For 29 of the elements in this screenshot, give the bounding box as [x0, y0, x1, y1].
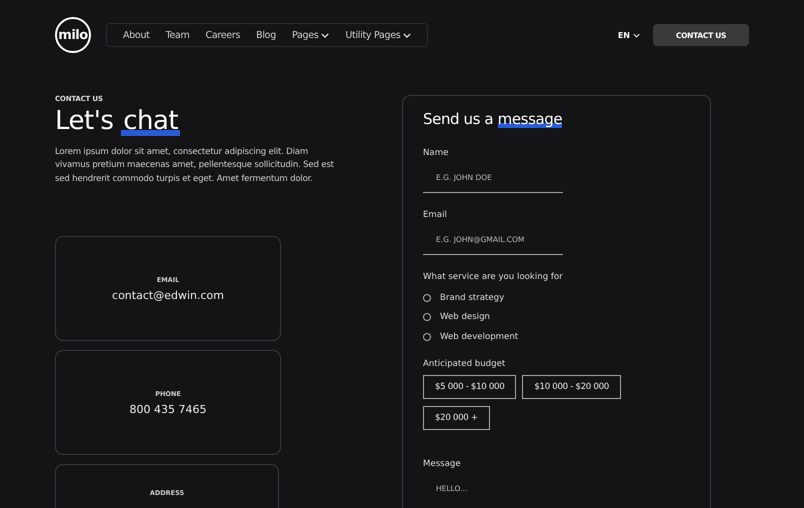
card-value: contact@edwin.com [112, 288, 224, 302]
radio-button[interactable] [423, 294, 431, 302]
page-title: Let's chat [55, 107, 182, 136]
radio-button[interactable] [423, 313, 431, 322]
budget-option[interactable]: $20 000 + [423, 406, 490, 430]
chevron-down-icon [633, 32, 640, 38]
nav-link[interactable]: Utility Pages [337, 30, 420, 40]
radio-button[interactable] [423, 332, 431, 341]
field-label: What service are you looking for [423, 272, 564, 282]
budget-option[interactable]: $10 000 - $20 000 [522, 374, 621, 398]
nav-link[interactable]: Team [158, 30, 198, 40]
field-label: Email [423, 210, 448, 220]
language-selector[interactable]: EN [618, 30, 640, 40]
chevron-down-icon [403, 32, 412, 38]
field-label: Anticipated budget [423, 358, 506, 368]
nav-link[interactable]: Careers [198, 30, 248, 40]
nav-link[interactable]: About [115, 30, 158, 40]
intro-text: Lorem ipsum dolor sit amet, consectetur adipiscing elit. Diam vivamus pretium maecenas amet, pellentesque sollicitudin. Sed est sed hendrerit commodo turpis et eget. Amet fermentum dolor. [55, 146, 335, 186]
budget-option[interactable]: $5 000 - $10 000 [423, 374, 516, 398]
field-label: Name [423, 148, 450, 158]
nav-link[interactable]: Pages [284, 30, 338, 40]
radio-label[interactable]: Brand strategy [440, 292, 504, 303]
logo[interactable]: milo [55, 17, 91, 53]
radio-label[interactable]: Web development [440, 332, 518, 342]
card-value: 800 435 7465 [130, 402, 206, 416]
chevron-down-icon [321, 32, 330, 38]
nav-link[interactable]: Blog [248, 30, 284, 40]
field-label: Message [423, 458, 462, 468]
radio-label[interactable]: Web design [440, 312, 490, 322]
